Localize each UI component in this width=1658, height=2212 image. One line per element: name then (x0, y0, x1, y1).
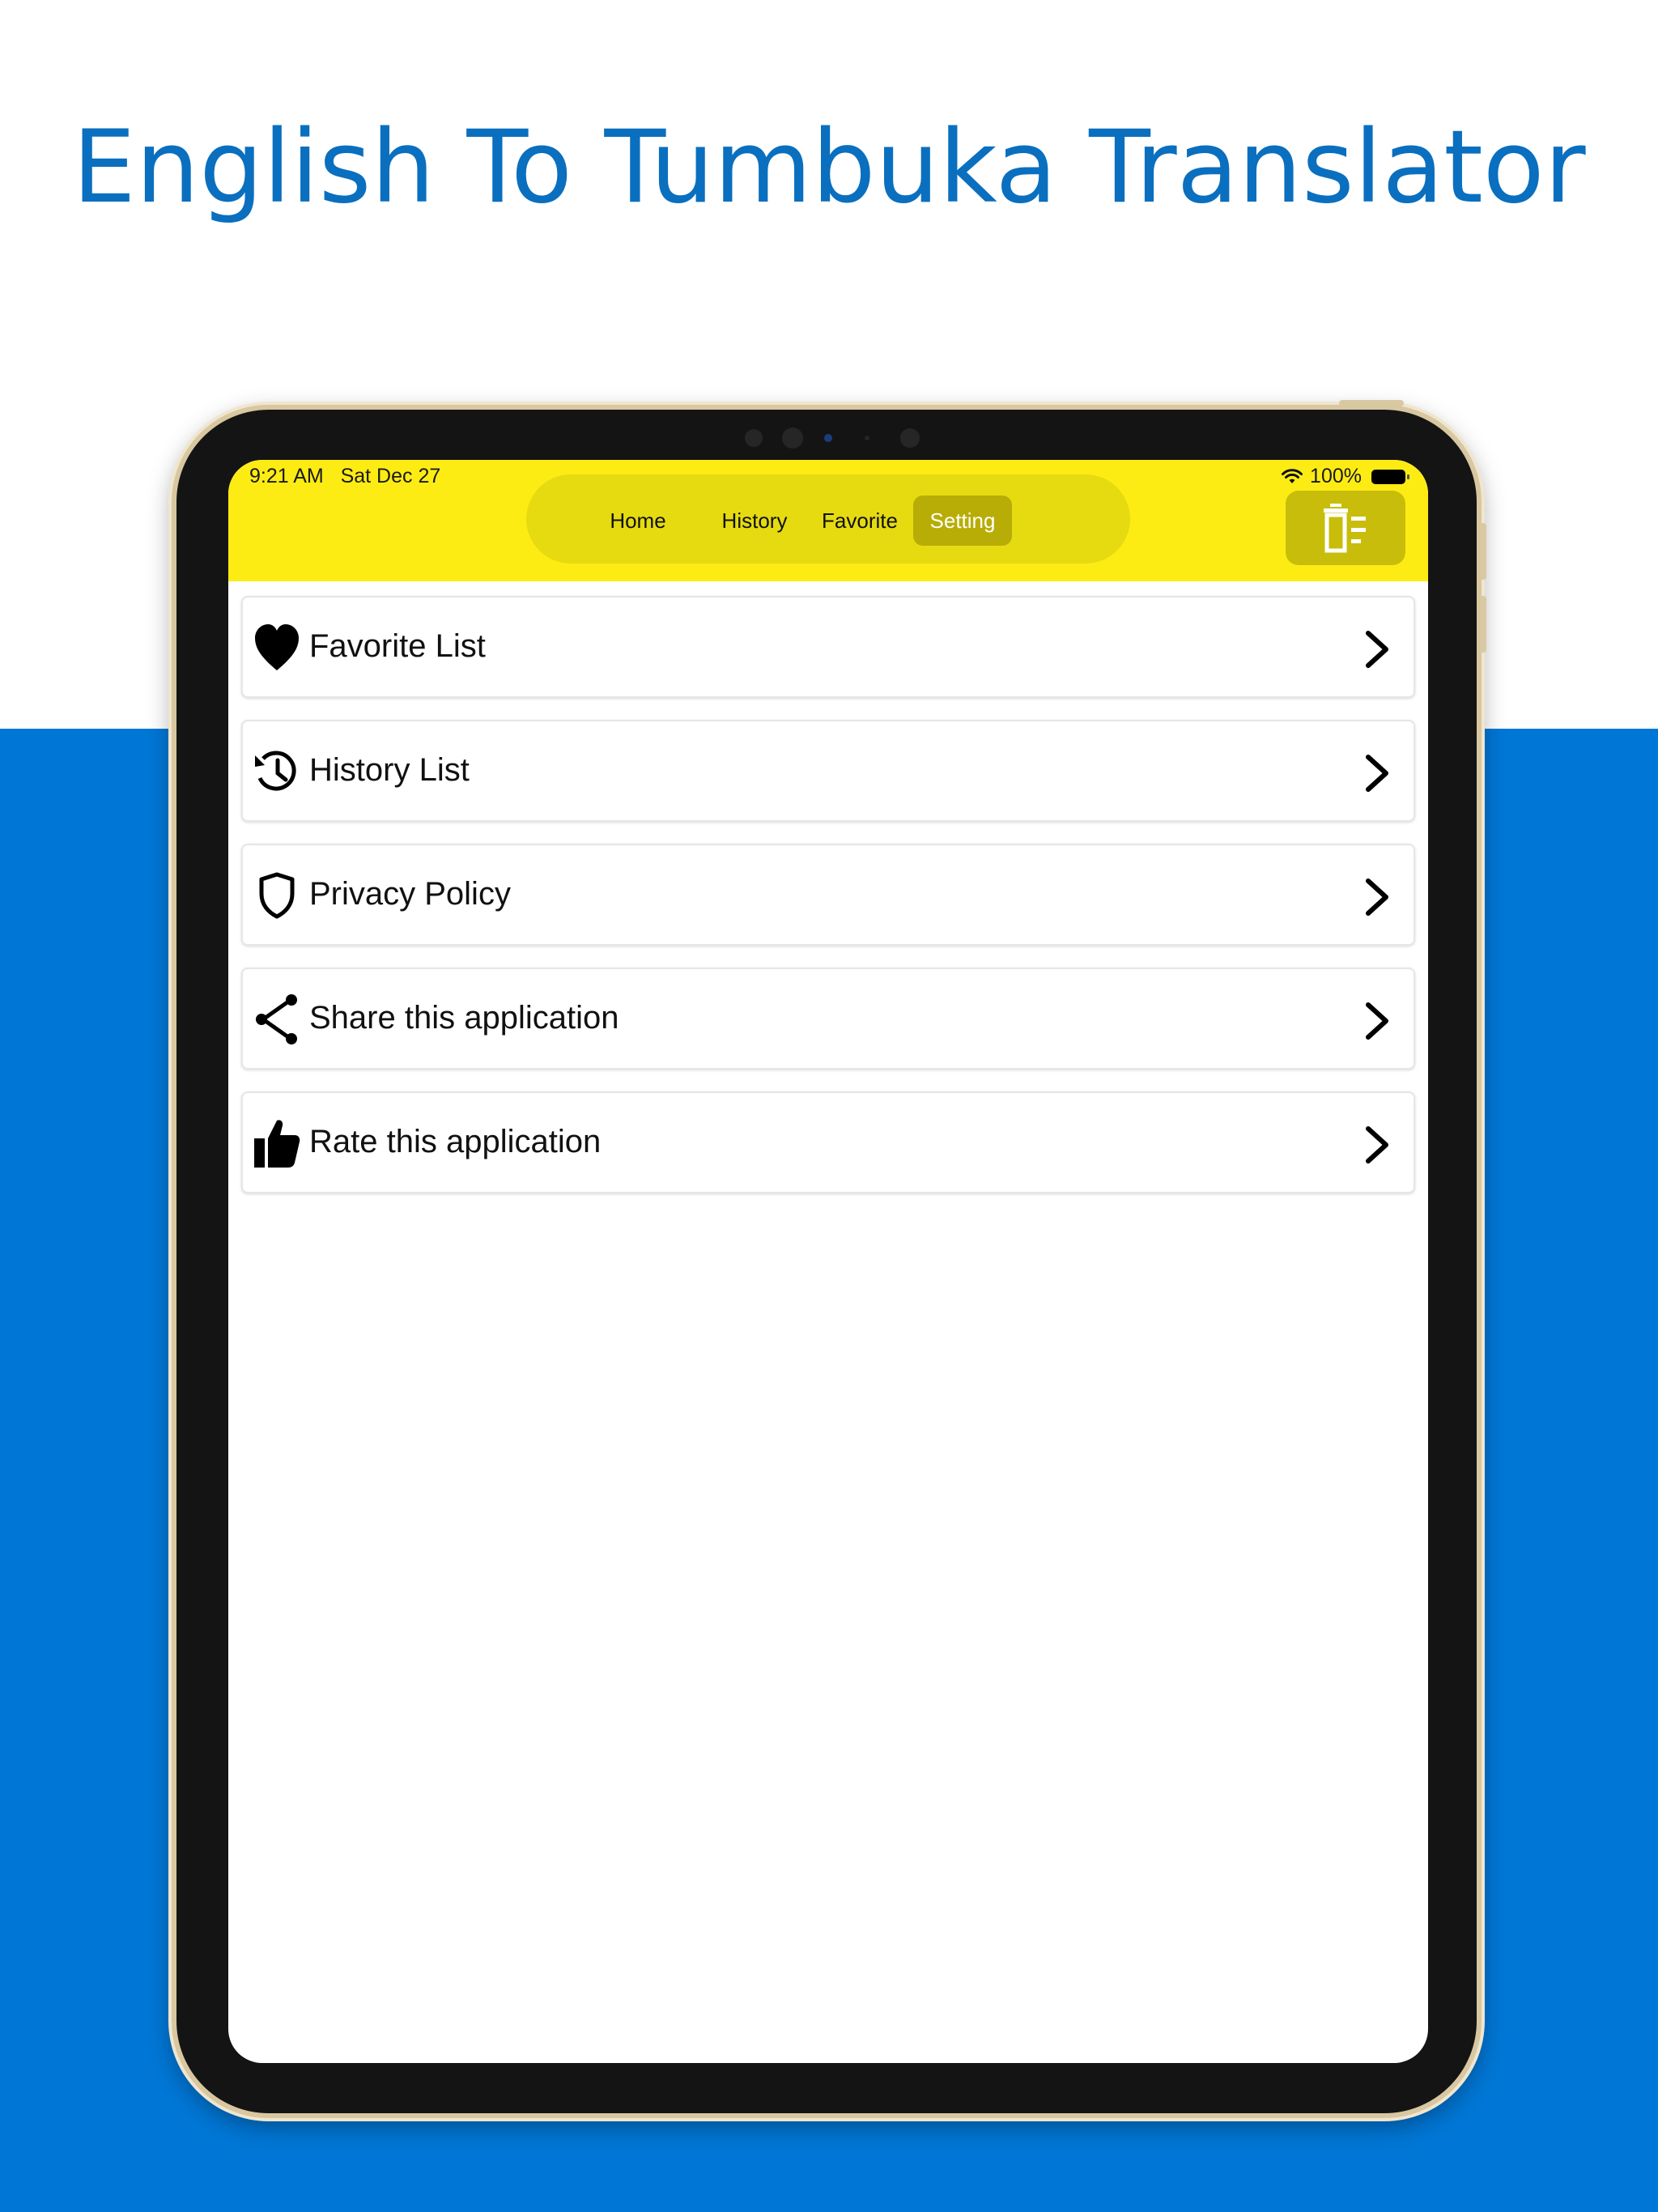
camera-dot (824, 434, 832, 442)
menu-item-history-list[interactable]: History List (241, 720, 1415, 822)
wifi-icon (1282, 468, 1303, 483)
camera-dot (745, 429, 763, 447)
page-headline: English To Tumbuka Translator (72, 109, 1586, 226)
status-indicators: 100% (1281, 465, 1409, 488)
tab-bar: Home History Favorite Setting (526, 474, 1130, 564)
tablet-frame: 9:21 AM Sat Dec 27 100% Home History Fav… (172, 400, 1486, 2118)
menu-item-rate-app[interactable]: Rate this application (241, 1091, 1415, 1193)
menu-item-privacy-policy[interactable]: Privacy Policy (241, 844, 1415, 946)
camera-dot (782, 428, 803, 449)
chevron-right-icon (1366, 878, 1388, 916)
chevron-right-icon (1366, 631, 1388, 668)
shield-icon (253, 870, 301, 921)
menu-item-share-app[interactable]: Share this application (241, 968, 1415, 1070)
share-icon (253, 993, 301, 1045)
history-icon (253, 746, 301, 798)
status-time: 9:21 AM (249, 465, 324, 487)
delete-all-button[interactable] (1286, 491, 1405, 565)
status-time-date: 9:21 AM Sat Dec 27 (249, 465, 440, 488)
delete-icon (1324, 504, 1366, 553)
camera-dot (900, 428, 920, 448)
app-screen: 9:21 AM Sat Dec 27 100% Home History Fav… (228, 460, 1428, 2063)
chevron-right-icon (1366, 1002, 1388, 1040)
camera-dot (865, 436, 869, 440)
volume-up-button (1480, 523, 1486, 580)
menu-item-label: Share this application (309, 1000, 619, 1036)
volume-down-button (1480, 596, 1486, 653)
status-date: Sat Dec 27 (340, 465, 441, 487)
menu-item-label: Favorite List (309, 628, 486, 664)
settings-menu: Favorite List History List Privacy Polic… (241, 596, 1415, 1215)
chevron-right-icon (1366, 1126, 1388, 1163)
battery-percent: 100% (1310, 465, 1362, 487)
heart-icon (253, 622, 301, 674)
top-button (1339, 400, 1404, 406)
camera-bar (176, 428, 1477, 449)
menu-item-label: History List (309, 752, 470, 788)
battery-icon (1371, 469, 1409, 484)
tab-favorite[interactable]: Favorite (810, 496, 910, 546)
thumbs-up-icon (253, 1117, 301, 1169)
menu-item-label: Rate this application (309, 1124, 602, 1159)
menu-item-label: Privacy Policy (309, 876, 511, 912)
top-bar: 9:21 AM Sat Dec 27 100% Home History Fav… (228, 460, 1428, 581)
tab-home[interactable]: Home (591, 496, 685, 546)
chevron-right-icon (1366, 755, 1388, 792)
menu-item-favorite-list[interactable]: Favorite List (241, 596, 1415, 698)
tab-history[interactable]: History (704, 496, 805, 546)
tab-setting[interactable]: Setting (913, 496, 1012, 546)
